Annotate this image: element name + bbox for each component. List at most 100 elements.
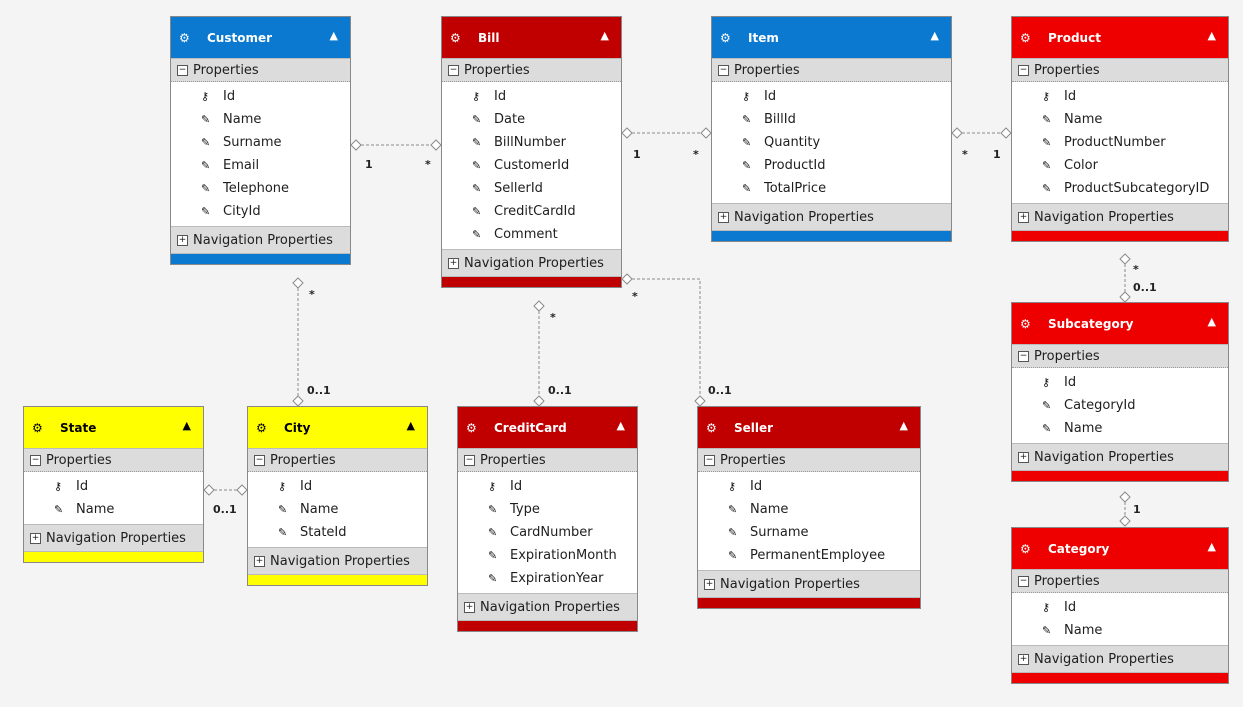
property-row[interactable]: ✎ Color	[1012, 154, 1228, 177]
property-row[interactable]: ✎ Surname	[171, 131, 350, 154]
property-row[interactable]: ⚷ Id	[24, 475, 203, 498]
collapse-chevron-icon[interactable]: ▲	[931, 29, 939, 42]
property-row[interactable]: ✎ StateId	[248, 521, 427, 544]
property-row[interactable]: ⚷ Id	[698, 475, 920, 498]
property-row[interactable]: ✎ ProductNumber	[1012, 131, 1228, 154]
collapse-chevron-icon[interactable]: ▲	[1208, 315, 1216, 328]
collapse-box-icon[interactable]: −	[704, 454, 715, 466]
navigation-properties-section[interactable]: + Navigation Properties	[1012, 203, 1228, 231]
properties-section[interactable]: − Properties	[1012, 344, 1228, 368]
entity-header[interactable]: ⚙ Customer ▲	[171, 17, 350, 58]
property-row[interactable]: ✎ Name	[248, 498, 427, 521]
entity-creditcard[interactable]: ⚙ CreditCard ▲ − Properties ⚷ Id ✎ Type ✎ CardNumb…	[457, 406, 638, 632]
property-row[interactable]: ⚷ Id	[1012, 371, 1228, 394]
properties-section[interactable]: − Properties	[442, 58, 621, 82]
collapse-chevron-icon[interactable]: ▲	[601, 29, 609, 42]
property-row[interactable]: ✎ Telephone	[171, 177, 350, 200]
properties-section[interactable]: − Properties	[24, 448, 203, 472]
property-row[interactable]: ✎ Name	[1012, 619, 1228, 642]
property-row[interactable]: ✎ Name	[171, 108, 350, 131]
entity-header[interactable]: ⚙ Bill ▲	[442, 17, 621, 58]
property-row[interactable]: ✎ ExpirationMonth	[458, 544, 637, 567]
navigation-properties-section[interactable]: + Navigation Properties	[698, 570, 920, 598]
entity-header[interactable]: ⚙ Item ▲	[712, 17, 951, 58]
property-row[interactable]: ✎ CategoryId	[1012, 394, 1228, 417]
properties-section[interactable]: − Properties	[1012, 58, 1228, 82]
expand-box-icon[interactable]: +	[448, 257, 459, 269]
property-row[interactable]: ✎ Surname	[698, 521, 920, 544]
expand-box-icon[interactable]: +	[1018, 653, 1029, 665]
property-row[interactable]: ⚷ Id	[458, 475, 637, 498]
entity-customer[interactable]: ⚙ Customer ▲ − Properties ⚷ Id ✎ Name ✎ Surname ✎ Em…	[170, 16, 351, 265]
entity-header[interactable]: ⚙ Product ▲	[1012, 17, 1228, 58]
property-row[interactable]: ⚷ Id	[1012, 596, 1228, 619]
collapse-chevron-icon[interactable]: ▲	[1208, 540, 1216, 553]
expand-box-icon[interactable]: +	[464, 601, 475, 613]
properties-section[interactable]: − Properties	[712, 58, 951, 82]
properties-section[interactable]: − Properties	[698, 448, 920, 472]
collapse-box-icon[interactable]: −	[1018, 350, 1029, 362]
expand-box-icon[interactable]: +	[254, 555, 265, 567]
property-row[interactable]: ✎ ExpirationYear	[458, 567, 637, 590]
expand-box-icon[interactable]: +	[177, 234, 188, 246]
collapse-chevron-icon[interactable]: ▲	[183, 419, 191, 432]
entity-header[interactable]: ⚙ Subcategory ▲	[1012, 303, 1228, 344]
navigation-properties-section[interactable]: + Navigation Properties	[171, 226, 350, 254]
navigation-properties-section[interactable]: + Navigation Properties	[442, 249, 621, 277]
entity-bill[interactable]: ⚙ Bill ▲ − Properties ⚷ Id ✎ Date ✎ BillNumber ✎ Cus…	[441, 16, 622, 288]
property-row[interactable]: ✎ ProductId	[712, 154, 951, 177]
property-row[interactable]: ✎ BillId	[712, 108, 951, 131]
property-row[interactable]: ✎ SellerId	[442, 177, 621, 200]
entity-header[interactable]: ⚙ Category ▲	[1012, 528, 1228, 569]
entity-header[interactable]: ⚙ City ▲	[248, 407, 427, 448]
properties-section[interactable]: − Properties	[458, 448, 637, 472]
property-row[interactable]: ✎ CityId	[171, 200, 350, 223]
collapse-box-icon[interactable]: −	[718, 64, 729, 76]
collapse-chevron-icon[interactable]: ▲	[617, 419, 625, 432]
collapse-box-icon[interactable]: −	[254, 454, 265, 466]
property-row[interactable]: ✎ Name	[24, 498, 203, 521]
property-row[interactable]: ✎ Type	[458, 498, 637, 521]
collapse-box-icon[interactable]: −	[30, 454, 41, 466]
property-row[interactable]: ⚷ Id	[171, 85, 350, 108]
properties-section[interactable]: − Properties	[171, 58, 350, 82]
navigation-properties-section[interactable]: + Navigation Properties	[712, 203, 951, 231]
property-row[interactable]: ✎ TotalPrice	[712, 177, 951, 200]
property-row[interactable]: ✎ CreditCardId	[442, 200, 621, 223]
entity-city[interactable]: ⚙ City ▲ − Properties ⚷ Id ✎ Name ✎ StateId + Naviga…	[247, 406, 428, 586]
expand-box-icon[interactable]: +	[718, 211, 729, 223]
collapse-chevron-icon[interactable]: ▲	[330, 29, 338, 42]
navigation-properties-section[interactable]: + Navigation Properties	[24, 524, 203, 552]
property-row[interactable]: ⚷ Id	[248, 475, 427, 498]
collapse-box-icon[interactable]: −	[1018, 64, 1029, 76]
collapse-box-icon[interactable]: −	[464, 454, 475, 466]
property-row[interactable]: ⚷ Id	[712, 85, 951, 108]
entity-header[interactable]: ⚙ CreditCard ▲	[458, 407, 637, 448]
navigation-properties-section[interactable]: + Navigation Properties	[1012, 443, 1228, 471]
entity-subcategory[interactable]: ⚙ Subcategory ▲ − Properties ⚷ Id ✎ CategoryId ✎ N…	[1011, 302, 1229, 482]
navigation-properties-section[interactable]: + Navigation Properties	[1012, 645, 1228, 673]
property-row[interactable]: ✎ ProductSubcategoryID	[1012, 177, 1228, 200]
property-row[interactable]: ✎ Email	[171, 154, 350, 177]
entity-state[interactable]: ⚙ State ▲ − Properties ⚷ Id ✎ Name + Navigation Pr…	[23, 406, 204, 563]
property-row[interactable]: ✎ PermanentEmployee	[698, 544, 920, 567]
collapse-chevron-icon[interactable]: ▲	[407, 419, 415, 432]
entity-header[interactable]: ⚙ Seller ▲	[698, 407, 920, 448]
expand-box-icon[interactable]: +	[704, 578, 715, 590]
entity-product[interactable]: ⚙ Product ▲ − Properties ⚷ Id ✎ Name ✎ ProductNumb…	[1011, 16, 1229, 242]
property-row[interactable]: ✎ CustomerId	[442, 154, 621, 177]
properties-section[interactable]: − Properties	[248, 448, 427, 472]
property-row[interactable]: ✎ Name	[1012, 417, 1228, 440]
entity-item[interactable]: ⚙ Item ▲ − Properties ⚷ Id ✎ BillId ✎ Quantity ✎ Pro…	[711, 16, 952, 242]
property-row[interactable]: ⚷ Id	[442, 85, 621, 108]
entity-seller[interactable]: ⚙ Seller ▲ − Properties ⚷ Id ✎ Name ✎ Surname ✎ Perm…	[697, 406, 921, 609]
property-row[interactable]: ✎ Quantity	[712, 131, 951, 154]
property-row[interactable]: ✎ Name	[1012, 108, 1228, 131]
property-row[interactable]: ✎ Name	[698, 498, 920, 521]
property-row[interactable]: ✎ Date	[442, 108, 621, 131]
properties-section[interactable]: − Properties	[1012, 569, 1228, 593]
collapse-chevron-icon[interactable]: ▲	[1208, 29, 1216, 42]
navigation-properties-section[interactable]: + Navigation Properties	[458, 593, 637, 621]
entity-category[interactable]: ⚙ Category ▲ − Properties ⚷ Id ✎ Name + Navigation…	[1011, 527, 1229, 684]
property-row[interactable]: ⚷ Id	[1012, 85, 1228, 108]
